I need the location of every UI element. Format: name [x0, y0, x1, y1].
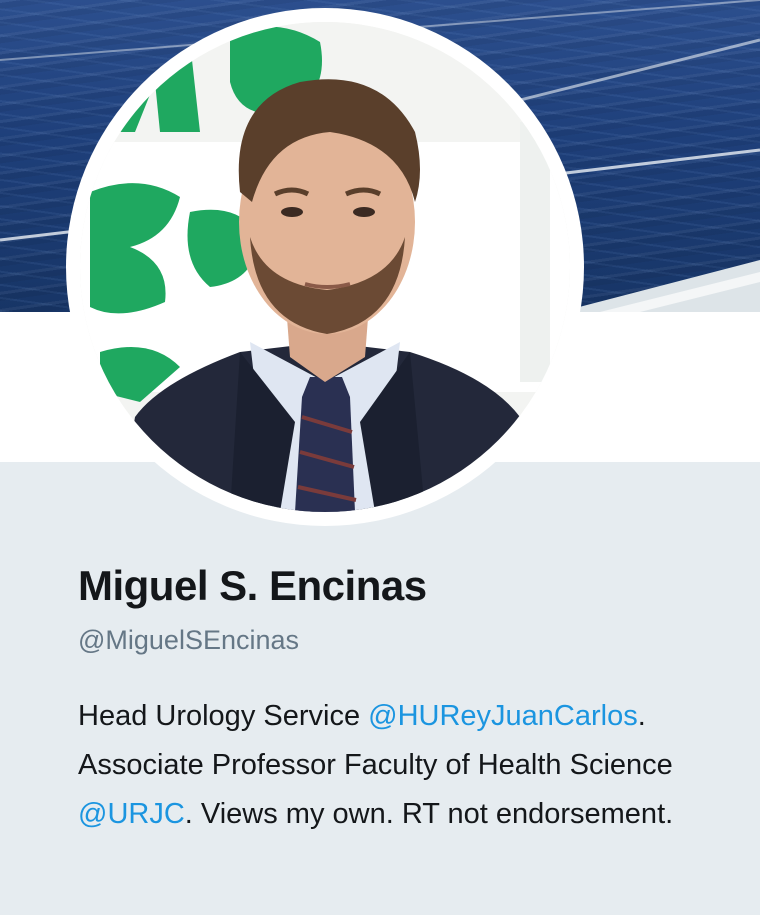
bio-text: Head Urology Service	[78, 700, 369, 732]
bio-text: . Views my own. RT not endorsement.	[184, 798, 674, 830]
profile-handle[interactable]: @MiguelSEncinas	[78, 622, 738, 658]
profile-photo	[80, 22, 570, 512]
bio-mention-link[interactable]: @URJC	[78, 798, 185, 830]
profile-info: Miguel S. Encinas @MiguelSEncinas Head U…	[78, 558, 738, 839]
profile-name[interactable]: Miguel S. Encinas	[78, 558, 738, 614]
bio-mention-link[interactable]: @HUReyJuanCarlos	[368, 700, 638, 732]
avatar[interactable]	[80, 22, 570, 512]
profile-bio: Head Urology Service @HUReyJuanCarlos. A…	[78, 692, 738, 839]
